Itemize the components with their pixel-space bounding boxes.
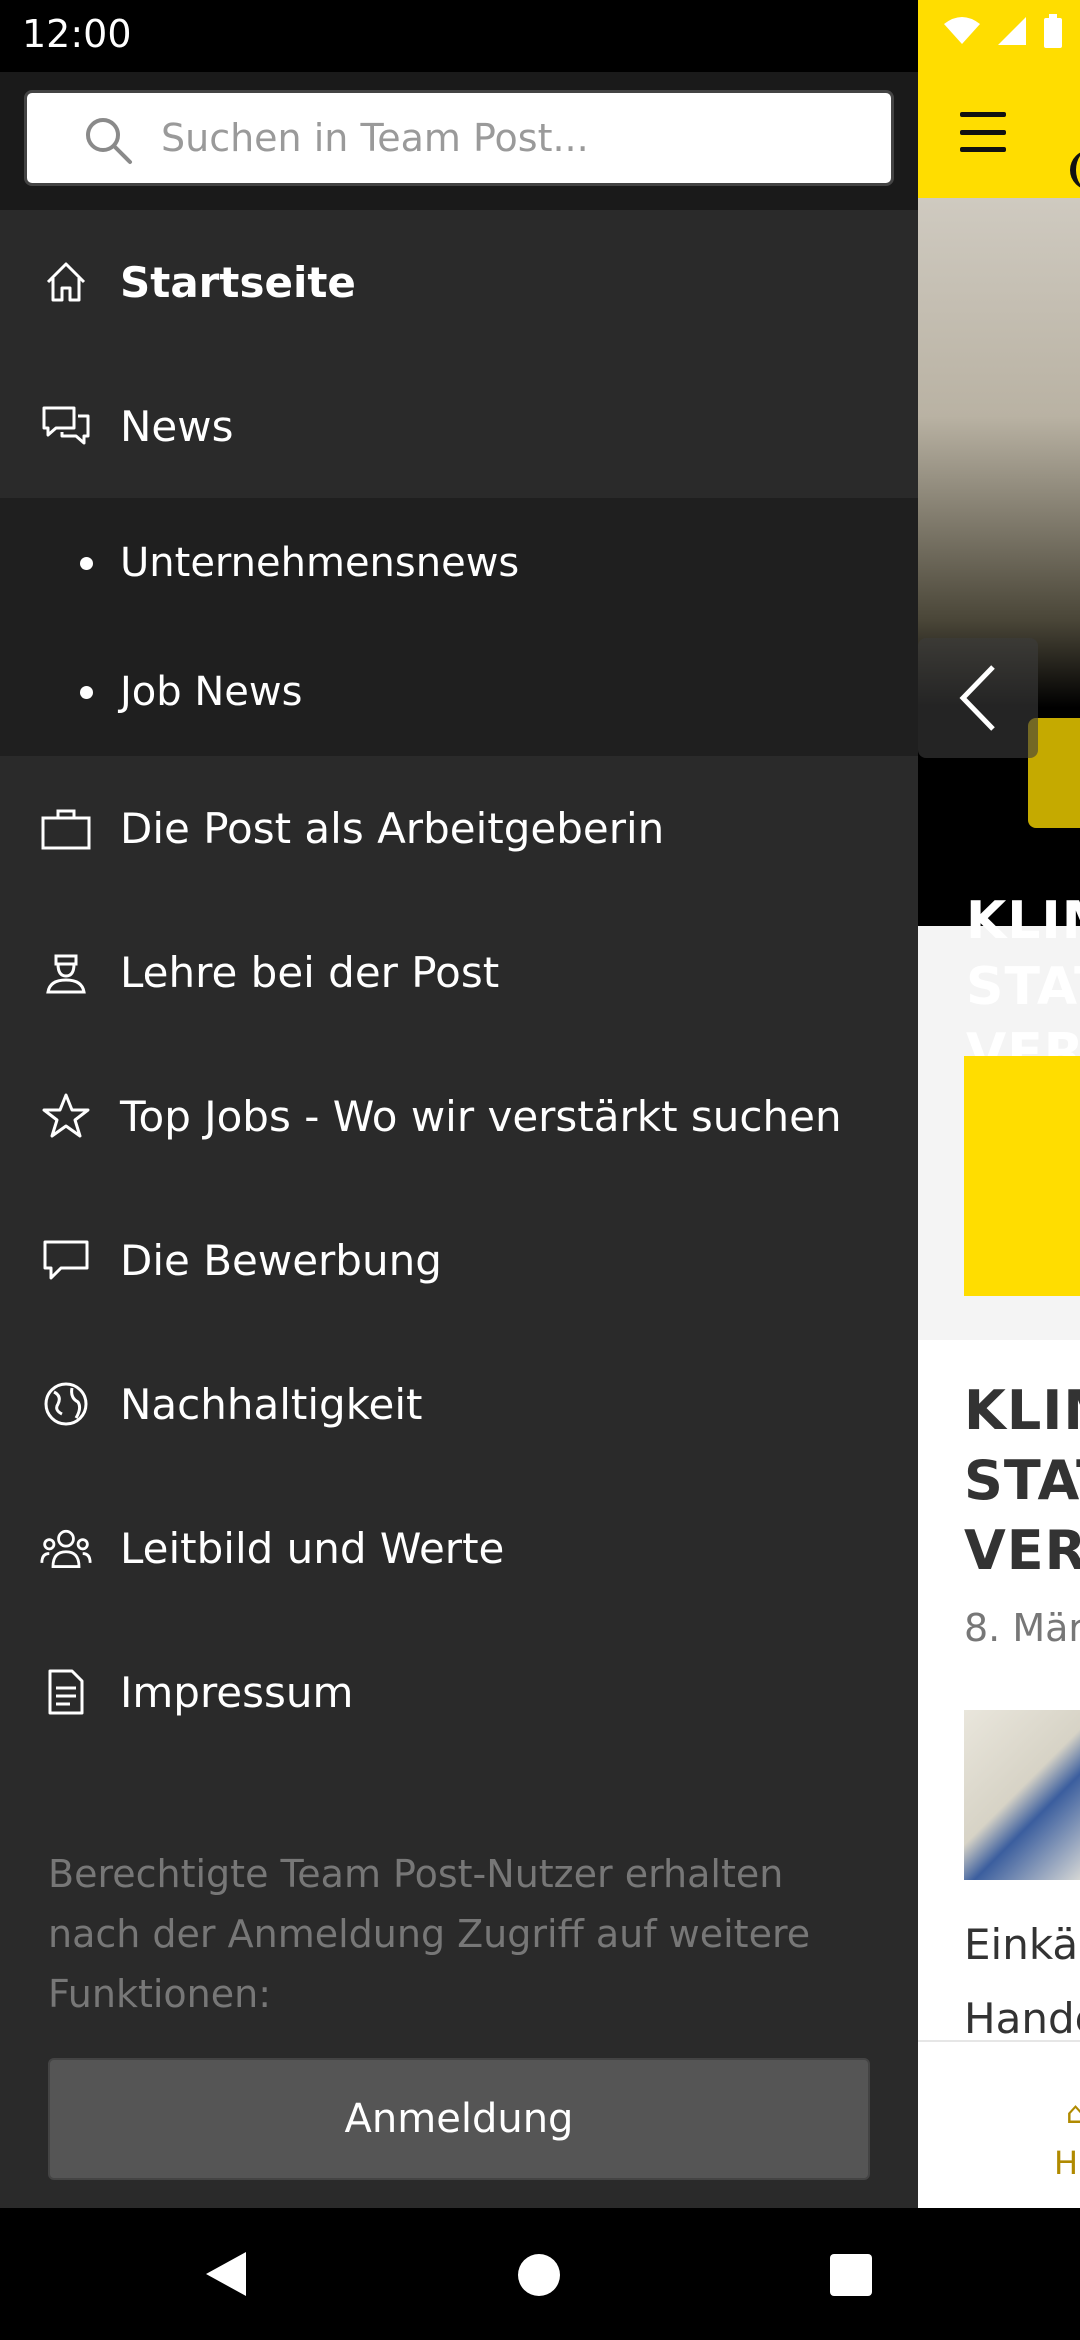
document-icon	[40, 1666, 92, 1718]
home-tab-icon[interactable]: ⌂	[1066, 2096, 1080, 2131]
menu-item-arbeitgeberin[interactable]: Die Post als Arbeitgeberin	[0, 756, 918, 900]
home-button-icon[interactable]	[518, 2254, 560, 2296]
globe-icon	[40, 1378, 92, 1430]
signal-icon	[998, 17, 1026, 45]
menu-item-startseite[interactable]: Startseite	[0, 210, 918, 354]
system-navigation-bar	[0, 2208, 1080, 2340]
menu-item-bewerbung[interactable]: Die Bewerbung	[0, 1188, 918, 1332]
bullet-icon	[80, 556, 93, 570]
menu-item-label: Lehre bei der Post	[120, 947, 500, 997]
speech-bubble-icon	[40, 1234, 92, 1286]
submenu-item-unternehmensnews[interactable]: Unternehmensnews	[0, 498, 918, 627]
search-input[interactable]	[161, 93, 861, 183]
menu-item-label: Die Bewerbung	[120, 1235, 442, 1285]
news-submenu: Unternehmensnews Job News	[0, 498, 918, 756]
app-logo	[1070, 150, 1080, 190]
home-tab-label[interactable]: H	[1054, 2144, 1078, 2182]
submenu-item-label: Job News	[120, 668, 303, 715]
article-date: 8. März	[964, 1606, 1080, 1650]
login-button[interactable]: Anmeldung	[48, 2058, 870, 2180]
briefcase-icon	[40, 802, 92, 854]
menu-item-top-jobs[interactable]: Top Jobs - Wo wir verstärkt suchen	[0, 1044, 918, 1188]
chevron-left-icon	[959, 665, 995, 731]
search-icon	[86, 118, 132, 164]
menu-item-lehre[interactable]: Lehre bei der Post	[0, 900, 918, 1044]
login-info-text: Berechtigte Team Post-Nutzer erhalten na…	[48, 1852, 811, 2016]
menu-item-impressum[interactable]: Impressum	[0, 1620, 918, 1764]
wifi-icon	[944, 17, 980, 44]
team-icon	[40, 1522, 92, 1574]
article-excerpt: Einkä Hande	[964, 1920, 1080, 2043]
article-title: KLIM STAT VERI	[964, 1379, 1080, 1582]
menu-item-label: News	[120, 401, 234, 451]
menu-item-label: Leitbild und Werte	[120, 1523, 505, 1573]
hero-carousel[interactable]: KLIM STAT VERI	[918, 198, 1080, 1083]
status-bar: 12:00	[0, 0, 918, 72]
menu-item-label: Nachhaltigkeit	[120, 1379, 423, 1429]
drawer-menu: Startseite News Unternehmensnews Job New…	[0, 210, 918, 1764]
hamburger-menu-icon[interactable]	[960, 112, 1006, 152]
article-thumbnail	[964, 1710, 1080, 1880]
star-icon	[40, 1090, 92, 1142]
menu-item-label: Die Post als Arbeitgeberin	[120, 803, 665, 853]
chat-bubbles-icon	[40, 400, 92, 452]
menu-item-label: Impressum	[120, 1667, 354, 1717]
back-icon[interactable]	[202, 2248, 250, 2300]
menu-item-news[interactable]: News	[0, 354, 918, 498]
bottom-navigation: ⌂ H	[918, 2040, 1080, 2208]
bullet-icon	[80, 685, 93, 699]
carousel-prev-button[interactable]	[918, 638, 1038, 758]
search-box[interactable]	[24, 90, 894, 186]
menu-item-label: Startseite	[120, 257, 356, 307]
submenu-item-label: Unternehmensnews	[120, 539, 520, 586]
search-area	[0, 72, 918, 210]
status-time: 12:00	[22, 12, 132, 56]
status-icons	[942, 14, 1064, 48]
menu-item-label: Top Jobs - Wo wir verstärkt suchen	[120, 1091, 842, 1141]
home-icon	[40, 256, 92, 308]
background-app: KLIM STAT VERI KLIM STAT VERI 8. März Ei…	[918, 0, 1080, 2208]
app-header	[918, 0, 1080, 198]
submenu-item-job-news[interactable]: Job News	[0, 627, 918, 756]
battery-icon	[1044, 14, 1062, 48]
recent-apps-icon[interactable]	[830, 2254, 872, 2296]
menu-item-nachhaltigkeit[interactable]: Nachhaltigkeit	[0, 1332, 918, 1476]
menu-item-leitbild[interactable]: Leitbild und Werte	[0, 1476, 918, 1620]
promo-card[interactable]	[964, 1056, 1080, 1296]
article-card[interactable]: KLIM STAT VERI 8. März Einkä Hande	[918, 1340, 1080, 2043]
navigation-drawer: Startseite News Unternehmensnews Job New…	[0, 72, 918, 2208]
apprentice-icon	[40, 946, 92, 998]
